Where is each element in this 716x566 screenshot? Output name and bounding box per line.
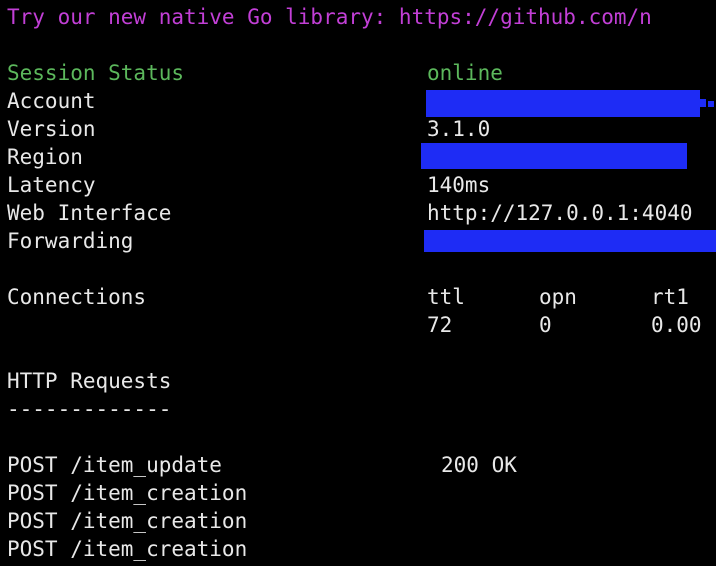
account-redaction (426, 90, 700, 117)
request-status: 200 OK (441, 453, 517, 477)
connections-header-ttl: ttl (427, 285, 465, 309)
request-row: POST /item_creation (0, 535, 716, 563)
account-redaction-tail (700, 99, 706, 107)
connections-header-row: Connections ttl opn rt1 (0, 283, 716, 311)
request-row: POST /item_creation (0, 479, 716, 507)
request-row: POST /item_creation (0, 507, 716, 535)
connections-header-opn: opn (539, 285, 577, 309)
version-row: Version 3.1.0 (0, 115, 716, 143)
latency-value: 140ms (427, 173, 491, 197)
http-requests-divider: ------------- (7, 397, 172, 421)
http-requests-divider-row: ------------- (0, 395, 716, 423)
connections-header-rt1: rt1 (651, 285, 689, 309)
region-row: Region (0, 143, 716, 171)
region-redaction (421, 143, 687, 169)
web-interface-label: Web Interface (7, 201, 172, 225)
account-row: Account (0, 87, 716, 117)
forwarding-row: Forwarding (0, 227, 716, 255)
version-label: Version (7, 117, 96, 141)
request-method-path: POST /item_creation (7, 481, 248, 505)
banner-row: Try our new native Go library: https://g… (0, 3, 716, 31)
request-row: POST /item_update 200 OK (0, 451, 716, 479)
banner-text: Try our new native Go library: https://g… (7, 5, 652, 29)
request-method-path: POST /item_creation (7, 509, 248, 533)
region-label: Region (7, 145, 83, 169)
request-method-path: POST /item_update (7, 453, 222, 477)
request-method-path: POST /item_creation (7, 537, 248, 561)
account-redaction-dot (708, 101, 714, 107)
forwarding-redaction (424, 230, 716, 252)
connections-value-rt1: 0.00 (651, 313, 702, 337)
terminal-window[interactable]: Try our new native Go library: https://g… (0, 0, 716, 566)
latency-row: Latency 140ms (0, 171, 716, 199)
latency-label: Latency (7, 173, 96, 197)
connections-value-opn: 0 (539, 313, 552, 337)
version-value: 3.1.0 (427, 117, 491, 141)
web-interface-link[interactable]: http://127.0.0.1:4040 (427, 199, 693, 227)
session-status-row: Session Status online (0, 59, 716, 87)
http-requests-title-row: HTTP Requests (0, 367, 716, 395)
connections-values-row: 72 0 0.00 (0, 311, 716, 339)
connections-value-ttl: 72 (427, 313, 453, 337)
session-status-label: Session Status (7, 61, 185, 85)
session-status-value: online (427, 61, 503, 85)
account-label: Account (7, 89, 96, 113)
connections-label: Connections (7, 285, 147, 309)
web-interface-row: Web Interface http://127.0.0.1:4040 (0, 199, 716, 227)
forwarding-label: Forwarding (7, 229, 134, 253)
http-requests-title: HTTP Requests (7, 369, 172, 393)
